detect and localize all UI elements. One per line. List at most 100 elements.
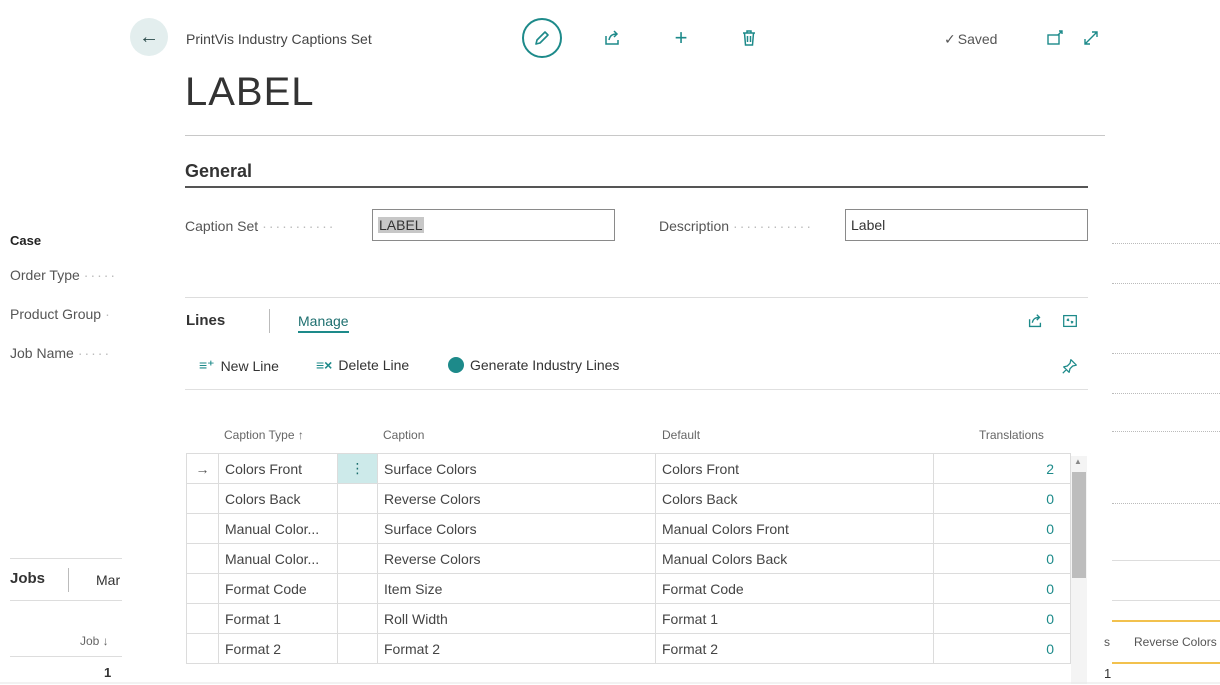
trash-icon <box>743 30 755 46</box>
caption-cell[interactable]: Surface Colors <box>377 513 656 544</box>
generate-industry-lines-button[interactable]: Generate Industry Lines <box>448 357 619 373</box>
focus-mode-icon <box>1063 314 1077 328</box>
caption-type-cell[interactable]: Format Code <box>218 573 338 604</box>
column-header-caption-type[interactable]: Caption Type ↑ <box>224 428 304 442</box>
lines-part-title: Lines <box>186 312 226 329</box>
divider <box>10 558 122 559</box>
reverse-colors-value: 1 <box>1104 666 1112 681</box>
plus-icon: + <box>674 25 688 50</box>
description-label: Description ············ <box>659 218 813 234</box>
caption-cell[interactable]: Roll Width <box>377 603 656 634</box>
row-indicator <box>186 573 219 604</box>
caption-cell[interactable]: Reverse Colors <box>377 483 656 514</box>
default-cell: Format 1 <box>655 603 934 634</box>
breadcrumb: PrintVis Industry Captions Set <box>186 31 372 47</box>
table-row[interactable]: Format 1 Roll Width Format 1 0 <box>186 603 1071 634</box>
delete-line-button[interactable]: ≡× Delete Line <box>316 357 409 373</box>
translations-cell[interactable]: 2 <box>933 453 1071 484</box>
row-menu-cell[interactable] <box>337 573 378 604</box>
row-indicator <box>186 483 219 514</box>
pin-button[interactable] <box>1060 356 1080 376</box>
jobs-part-title: Jobs <box>10 570 46 587</box>
case-section-title: Case <box>10 233 42 248</box>
caption-cell[interactable]: Format 2 <box>377 633 656 664</box>
divider <box>1112 600 1220 601</box>
table-row[interactable]: Manual Color... Reverse Colors Manual Co… <box>186 543 1071 574</box>
column-header-translations[interactable]: Translations <box>979 428 1044 442</box>
caption-type-cell[interactable]: Manual Color... <box>218 513 338 544</box>
new-line-button[interactable]: ≡⁺ New Line <box>199 357 279 374</box>
row-indicator <box>186 603 219 634</box>
edit-button[interactable] <box>522 18 562 58</box>
caption-type-cell[interactable]: Colors Back <box>218 483 338 514</box>
jobs-manage-tab[interactable]: Mar <box>96 572 120 588</box>
arrow-left-icon: ← <box>139 25 159 48</box>
background-dotted-line <box>1112 353 1220 355</box>
share-button[interactable] <box>600 26 624 50</box>
divider <box>1112 560 1220 561</box>
default-cell: Colors Front <box>655 453 934 484</box>
page-title: LABEL <box>185 70 315 114</box>
lines-grid: → Colors Front ⋮ Surface Colors Colors F… <box>186 453 1071 664</box>
row-indicator <box>186 543 219 574</box>
row-menu-cell[interactable] <box>337 543 378 574</box>
translations-cell[interactable]: 0 <box>933 603 1071 634</box>
table-row[interactable]: Format Code Item Size Format Code 0 <box>186 573 1071 604</box>
job-value: 1 <box>104 665 112 680</box>
translations-cell[interactable]: 0 <box>933 543 1071 574</box>
job-name-label: Job Name ····· <box>10 345 112 361</box>
row-menu-icon[interactable]: ⋮ <box>337 453 378 484</box>
caption-type-cell[interactable]: Format 1 <box>218 603 338 634</box>
row-indicator <box>186 633 219 664</box>
description-input[interactable]: Label <box>845 209 1088 241</box>
saved-status: ✓ Saved <box>944 31 998 47</box>
default-cell: Format 2 <box>655 633 934 664</box>
translations-cell[interactable]: 0 <box>933 483 1071 514</box>
new-button[interactable]: + <box>669 25 693 50</box>
scroll-up-icon[interactable]: ▲ <box>1074 457 1082 466</box>
pencil-icon <box>535 31 549 45</box>
caption-type-cell[interactable]: Manual Color... <box>218 543 338 574</box>
divider <box>185 389 1088 390</box>
table-row[interactable]: → Colors Front ⋮ Surface Colors Colors F… <box>186 453 1071 484</box>
translations-cell[interactable]: 0 <box>933 573 1071 604</box>
lines-scrollbar-thumb[interactable] <box>1072 472 1086 578</box>
divider <box>185 186 1088 188</box>
reverse-colors-column-header[interactable]: Reverse Colors <box>1134 635 1217 649</box>
table-row[interactable]: Format 2 Format 2 Format 2 0 <box>186 633 1071 664</box>
lines-manage-tab[interactable]: Manage <box>298 313 349 333</box>
column-header-default[interactable]: Default <box>662 428 700 442</box>
expand-button[interactable] <box>1079 26 1103 50</box>
default-cell: Format Code <box>655 573 934 604</box>
caption-cell[interactable]: Item Size <box>377 573 656 604</box>
default-cell: Manual Colors Front <box>655 513 934 544</box>
pin-icon <box>1062 359 1077 374</box>
caption-cell[interactable]: Reverse Colors <box>377 543 656 574</box>
divider <box>269 309 270 333</box>
table-row[interactable]: Manual Color... Surface Colors Manual Co… <box>186 513 1071 544</box>
open-new-window-button[interactable] <box>1043 26 1067 50</box>
delete-line-icon: ≡× <box>316 357 333 373</box>
delete-button[interactable] <box>737 26 761 50</box>
general-section-title[interactable]: General <box>185 161 252 182</box>
caption-set-input[interactable]: LABEL <box>372 209 615 241</box>
row-menu-cell[interactable] <box>337 513 378 544</box>
caption-type-cell[interactable]: Colors Front <box>218 453 338 484</box>
caption-cell[interactable]: Surface Colors <box>377 453 656 484</box>
caption-set-label: Caption Set ··········· <box>185 218 336 234</box>
row-menu-cell[interactable] <box>337 633 378 664</box>
lines-focus-button[interactable] <box>1059 310 1081 332</box>
column-header-caption[interactable]: Caption <box>383 428 424 442</box>
lines-share-button[interactable] <box>1024 310 1046 332</box>
bottom-gridline-fragments <box>0 682 1220 684</box>
table-row[interactable]: Colors Back Reverse Colors Colors Back 0 <box>186 483 1071 514</box>
back-button[interactable]: ← <box>130 18 168 56</box>
divider <box>185 297 1088 298</box>
job-column-header[interactable]: Job ↓ <box>80 634 109 648</box>
translations-cell[interactable]: 0 <box>933 633 1071 664</box>
caption-type-cell[interactable]: Format 2 <box>218 633 338 664</box>
translations-cell[interactable]: 0 <box>933 513 1071 544</box>
row-menu-cell[interactable] <box>337 603 378 634</box>
row-menu-cell[interactable] <box>337 483 378 514</box>
row-indicator-arrow-icon: → <box>186 453 219 484</box>
